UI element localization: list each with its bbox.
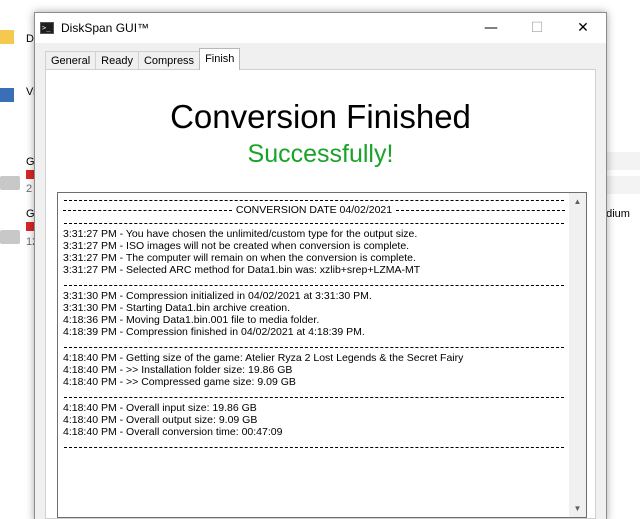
terminal-icon: >_: [40, 22, 54, 34]
log-separator: [64, 342, 564, 348]
finish-panel: Conversion Finished Successfully! CONVER…: [45, 69, 596, 519]
conversion-log[interactable]: CONVERSION DATE 04/02/2021 3:31:27 PM - …: [57, 192, 587, 518]
drive-icon: [0, 230, 20, 244]
scroll-up-icon[interactable]: ▲: [569, 193, 586, 210]
log-separator: [64, 442, 564, 448]
log-scrollbar[interactable]: ▲ ▼: [569, 193, 586, 517]
minimize-button[interactable]: —: [468, 13, 514, 43]
log-line: 4:18:40 PM - Getting size of the game: A…: [63, 352, 464, 364]
log-line: 4:18:36 PM - Moving Data1.bin.001 file t…: [63, 314, 320, 326]
success-message: Successfully!: [247, 140, 394, 168]
log-line: 4:18:39 PM - Compression finished in 04/…: [63, 326, 365, 338]
background-label: D: [26, 33, 34, 45]
log-line: 3:31:30 PM - Starting Data1.bin archive …: [63, 302, 291, 314]
drive-icon: [0, 176, 20, 190]
log-line: 3:31:30 PM - Compression initialized in …: [63, 290, 372, 302]
log-block: 3:31:30 PM - Compression initialized in …: [63, 290, 565, 338]
window-controls: — ☐ ✕: [468, 13, 606, 43]
log-separator: [64, 218, 564, 224]
scroll-down-icon[interactable]: ▼: [569, 500, 586, 517]
log-dash: [396, 209, 565, 211]
background-right-strip: [605, 152, 640, 170]
log-line: 3:31:27 PM - ISO images will not be crea…: [63, 240, 410, 252]
log-separator: [64, 392, 564, 398]
log-block: 3:31:27 PM - You have chosen the unlimit…: [63, 228, 565, 276]
log-block: 4:18:40 PM - Getting size of the game: A…: [63, 352, 565, 388]
tab-compress[interactable]: Compress: [137, 51, 201, 70]
folder-icon: [0, 30, 14, 44]
log-dash: [63, 209, 232, 211]
diskspan-window: >_ DiskSpan GUI™ — ☐ ✕ General Ready Com…: [34, 12, 607, 519]
tab-strip: General Ready Compress Finish: [45, 48, 241, 70]
video-folder-icon: [0, 88, 14, 102]
log-line: 3:31:27 PM - Selected ARC method for Dat…: [63, 264, 421, 276]
log-line: 4:18:40 PM - Overall conversion time: 00…: [63, 426, 283, 438]
log-title-line: CONVERSION DATE 04/02/2021: [63, 204, 565, 216]
drive-usage-bar: [26, 170, 34, 179]
tab-general[interactable]: General: [45, 51, 97, 70]
log-content: CONVERSION DATE 04/02/2021 3:31:27 PM - …: [63, 196, 565, 514]
log-line: 4:18:40 PM - >> Installation folder size…: [63, 364, 293, 376]
tab-ready[interactable]: Ready: [95, 51, 139, 70]
page-title: Conversion Finished: [170, 98, 471, 135]
log-line: 3:31:27 PM - You have chosen the unlimit…: [63, 228, 418, 240]
drive-usage-bar: [26, 222, 34, 231]
log-separator: [64, 280, 564, 286]
window-title: DiskSpan GUI™: [61, 21, 150, 35]
background-label: 2: [26, 183, 33, 195]
log-line: 4:18:40 PM - Overall input size: 19.86 G…: [63, 402, 257, 414]
log-title: CONVERSION DATE 04/02/2021: [235, 204, 393, 216]
log-block: 4:18:40 PM - Overall input size: 19.86 G…: [63, 402, 565, 438]
background-right-strip: [605, 176, 640, 194]
log-line: 4:18:40 PM - Overall output size: 9.09 G…: [63, 414, 258, 426]
log-line: 3:31:27 PM - The computer will remain on…: [63, 252, 416, 264]
title-bar[interactable]: >_ DiskSpan GUI™ — ☐ ✕: [35, 13, 606, 43]
tab-finish[interactable]: Finish: [199, 48, 241, 70]
maximize-button[interactable]: ☐: [514, 13, 560, 43]
log-line: 4:18:40 PM - >> Compressed game size: 9.…: [63, 376, 296, 388]
log-separator: [64, 196, 564, 201]
close-button[interactable]: ✕: [560, 13, 606, 43]
